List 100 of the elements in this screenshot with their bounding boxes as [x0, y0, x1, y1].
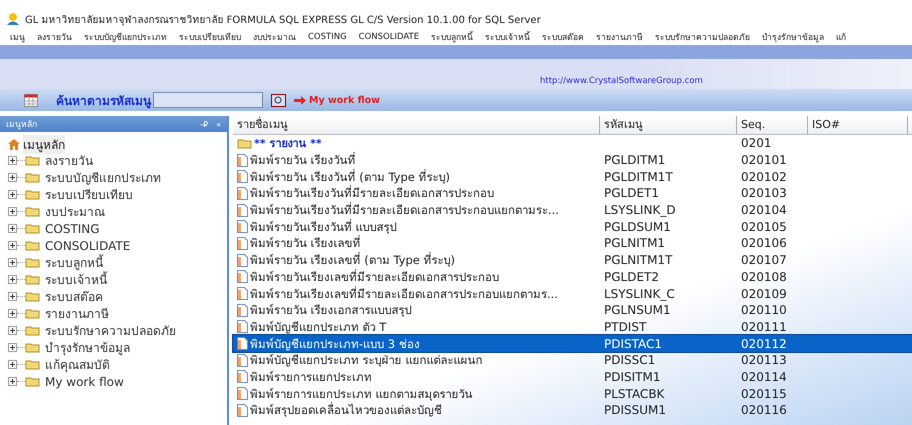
tree-item[interactable]: ระบบบัญชีแยกประเภท	[45, 168, 161, 187]
menu-item[interactable]: แก้	[836, 30, 846, 44]
expand-icon[interactable]	[8, 343, 17, 352]
table-row[interactable]: พิมพ์รายวัน เรียงวันที่ PGLDITM1 020101	[233, 152, 912, 168]
menu-item[interactable]: งบประมาณ	[253, 30, 296, 44]
table-cell-text: พิมพ์รายวันเรียงเลขที่มีรายละเอียดเอกสารประกอบ	[250, 268, 499, 286]
column-header[interactable]: ISO#	[808, 116, 908, 134]
table-cell: 020115	[741, 386, 787, 401]
menu-item[interactable]: CONSOLIDATE	[358, 32, 420, 42]
expand-icon[interactable]	[8, 326, 17, 335]
table-row[interactable]: พิมพ์รายวันเรียงวันที่ แบบสรุป PGLDSUM1 020105	[233, 218, 912, 236]
table-cell-text: พิมพ์รายวันเรียงวันที่มีรายละเอียดเอกสารประกอบแยกตามระ...	[250, 201, 559, 219]
menu-item[interactable]: บำรุงรักษาข้อมูล	[762, 30, 824, 44]
tree-item[interactable]: รายงานภาษี	[45, 304, 109, 323]
tree-item[interactable]: ระบบเจ้าหนี้	[45, 270, 107, 289]
folder-icon	[25, 325, 41, 336]
table-row[interactable]: พิมพ์รายการแยกประเภท PDISITM1 020114	[233, 368, 912, 386]
menu-item[interactable]: รายงานภาษี	[596, 30, 644, 44]
table-cell: 020113	[741, 353, 787, 368]
table-cell-text: พิมพ์รายวัน เรียงวันที่ (ตาม Type ที่ระบุ)	[250, 168, 450, 185]
tree-item[interactable]: CONSOLIDATE	[45, 238, 130, 252]
expand-icon[interactable]	[8, 292, 17, 301]
tree-item[interactable]: ระบบเปรียบเทียบ	[45, 185, 133, 204]
tree-item[interactable]: ระบบลูกหนี้	[45, 253, 103, 272]
expand-icon[interactable]	[8, 258, 17, 267]
table-row[interactable]: ** รายงาน ** 0201	[233, 135, 912, 152]
table-cell: PGLDITM1	[604, 153, 666, 168]
table-cell: PTDIST	[604, 320, 646, 334]
folder-icon	[25, 223, 41, 234]
tree-item[interactable]: บำรุงรักษาข้อมูล	[45, 338, 130, 357]
table-cell-text: พิมพ์รายการแยกประเภท	[250, 368, 372, 386]
table-cell: 020110	[741, 303, 787, 318]
tree-item[interactable]: ระบบสต๊อค	[45, 287, 103, 306]
table-cell-text: พิมพ์รายวัน เรียงวันที่	[250, 151, 356, 169]
table-row[interactable]: พิมพ์รายวันเรียงวันที่มีรายละเอียดเอกสารประกอบ PGLDET1 020103	[233, 185, 912, 202]
menu-item[interactable]: ระบบลูกหนี้	[431, 30, 474, 44]
table-cell: 020111	[741, 320, 787, 334]
table-cell: PGLDET1	[604, 186, 660, 200]
tree-item[interactable]: COSTING	[45, 222, 100, 236]
table-row[interactable]: พิมพ์รายวัน เรียงเลขที่ (ตาม Type ที่ระบุ) PGLNITM1T 020107	[233, 252, 912, 268]
table-row[interactable]: พิมพ์รายวันเรียงวันที่มีรายละเอียดเอกสารประกอบแยกตามระ... LSYSLINK_D 020104	[233, 202, 912, 218]
expand-icon[interactable]	[8, 173, 17, 182]
column-header[interactable]: รหัสเมนู	[600, 116, 737, 134]
document-icon	[237, 170, 248, 184]
table-row[interactable]: พิมพ์รายวันเรียงเลขที่มีรายละเอียดเอกสารประกอบ PGLDET2 020108	[233, 268, 912, 286]
expand-icon[interactable]	[8, 156, 17, 165]
expand-icon[interactable]	[8, 309, 17, 318]
folder-icon	[25, 308, 41, 319]
menu-item[interactable]: ลงรายวัน	[37, 30, 72, 44]
expand-icon[interactable]	[8, 275, 17, 284]
table-row[interactable]: พิมพ์สรุปยอดเคลื่อนไหวของแต่ละบัญชี PDISSUM1 020116	[233, 402, 912, 419]
table-cell: 020116	[741, 403, 787, 418]
table-cell-text: พิมพ์รายวัน เรียงเลขที่	[250, 234, 361, 252]
table-cell-text: ** รายงาน **	[254, 136, 322, 152]
table-row[interactable]: พิมพ์รายวัน เรียงเลขที่ PGLNITM1 020106	[233, 235, 912, 252]
menu-item[interactable]: ระบบรักษาความปลอดภัย	[655, 30, 750, 44]
expand-icon[interactable]	[8, 207, 17, 216]
tree-item[interactable]: ระบบรักษาความปลอดภัย	[45, 321, 176, 340]
menu-item[interactable]: เมนู	[10, 30, 25, 44]
table-cell: PGLDET2	[604, 270, 660, 284]
table-row[interactable]: พิมพ์รายวัน เรียงวันที่ (ตาม Type ที่ระบุ) PGLDITM1T 020102	[233, 168, 912, 186]
table-cell-text: พิมพ์บัญชีแยกประเภท ระบุฝ่าย แยกแต่ละแผนก	[250, 352, 482, 370]
column-header[interactable]: Seq.	[737, 116, 808, 134]
table-cell-text: พิมพ์บัญชีแยกประเภท ตัว T	[250, 318, 386, 336]
table-row[interactable]: พิมพ์บัญชีแยกประเภท ระบุฝ่าย แยกแต่ละแผนก PDISSC1 020113	[233, 352, 912, 369]
expand-icon[interactable]	[8, 224, 17, 233]
tree-item[interactable]: เมนูหลัก	[23, 134, 65, 154]
expand-icon[interactable]	[8, 190, 17, 199]
expand-icon[interactable]	[8, 360, 17, 369]
find-icon[interactable]	[271, 94, 286, 106]
expand-icon[interactable]	[8, 377, 17, 386]
table-cell-text: พิมพ์รายวัน เรียงเลขที่ (ตาม Type ที่ระบุ)	[250, 251, 456, 269]
table-cell: PGLDSUM1	[604, 220, 671, 234]
menu-item[interactable]: COSTING	[308, 32, 347, 42]
table-row[interactable]: พิมพ์บัญชีแยกประเภท ตัว T PTDIST 020111	[233, 318, 912, 336]
menu-item[interactable]: ระบบสต๊อค	[542, 30, 584, 44]
selected-row[interactable]: พิมพ์บัญชีแยกประเภท-แบบ 3 ช่อง PDISTAC1 020112	[233, 335, 912, 352]
column-header[interactable]: รายชื่อเมนู	[233, 116, 600, 134]
tree-item[interactable]: ลงรายวัน	[45, 151, 93, 170]
folder-icon	[25, 240, 41, 251]
menu-item[interactable]: ระบบเปรียบเทียบ	[179, 30, 241, 44]
tree-item[interactable]: งบประมาณ	[45, 202, 105, 221]
document-icon	[237, 287, 248, 300]
tree-item[interactable]: แก้คุณสมบัติ	[45, 355, 110, 374]
table-row[interactable]: พิมพ์รายวันเรียงเลขที่มีรายละเอียดเอกสารประกอบแยกตามร... LSYSLINK_C 020109	[233, 285, 912, 302]
table-cell-text: พิมพ์รายวันเรียงวันที่ แบบสรุป	[250, 218, 397, 235]
menu-item[interactable]: ระบบบัญชีแยกประเภท	[84, 30, 167, 44]
document-icon	[237, 304, 248, 317]
table-row[interactable]: พิมพ์รายวัน เรียงเอกสารแบบสรุป PGLNSUM1 020110	[233, 302, 912, 319]
search-field[interactable]	[153, 92, 263, 108]
table-icon[interactable]	[24, 94, 38, 106]
document-icon	[237, 154, 248, 167]
expand-icon[interactable]	[8, 241, 17, 250]
folder-icon	[25, 206, 41, 217]
document-icon	[237, 320, 248, 334]
tree-item[interactable]: My work flow	[45, 374, 124, 388]
website-link[interactable]: http://www.CrystalSoftwareGroup.com	[540, 76, 703, 86]
menu-item[interactable]: ระบบเจ้าหนี้	[485, 30, 530, 44]
table-cell: PDISSC1	[604, 353, 656, 368]
table-row[interactable]: พิมพ์รายการแยกประเภท แยกตามสมุดรายวัน PLSTACBK 020115	[233, 385, 912, 402]
